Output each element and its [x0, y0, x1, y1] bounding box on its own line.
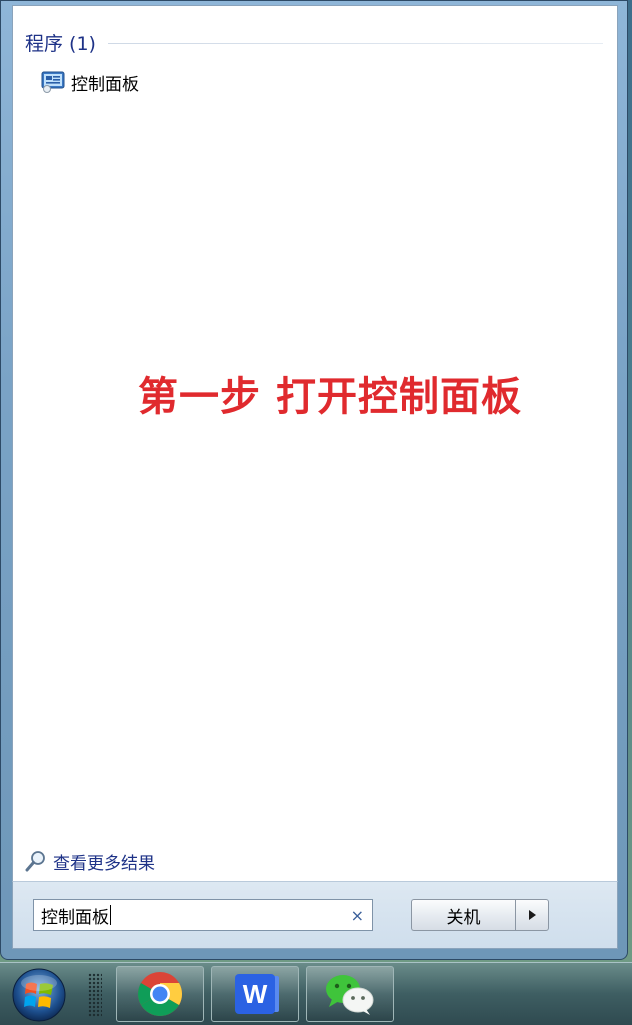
taskbar: W: [0, 962, 632, 1025]
shutdown-button[interactable]: 关机: [411, 899, 515, 931]
control-panel-icon: [41, 71, 65, 93]
search-input[interactable]: 控制面板 ×: [33, 899, 373, 931]
taskbar-grip[interactable]: [88, 973, 102, 1017]
programs-group-title: 程序 (1): [25, 32, 96, 55]
clear-search-icon[interactable]: ×: [351, 906, 364, 925]
magnifier-icon: [25, 851, 45, 872]
search-input-value: 控制面板: [41, 907, 109, 928]
power-options-button[interactable]: [515, 899, 549, 931]
program-item-control-panel[interactable]: 控制面板: [41, 68, 261, 96]
program-label: 控制面板: [71, 74, 139, 95]
word-icon: W: [235, 974, 275, 1014]
taskbar-app-wechat[interactable]: [306, 966, 394, 1022]
power-controls: 关机: [411, 899, 549, 931]
start-orb-icon[interactable]: [10, 967, 68, 1023]
wechat-icon: [326, 975, 374, 1015]
chrome-icon: [138, 972, 182, 1016]
taskbar-app-word[interactable]: W: [211, 966, 299, 1022]
text-caret: [110, 905, 111, 925]
start-menu: 程序 (1) 控制面板 第一步 打开控制面板 查看更多结果 控制面板 × 关机: [0, 0, 628, 960]
tutorial-caption: 第一步 打开控制面板: [138, 374, 522, 420]
group-divider: [107, 42, 603, 44]
programs-group-header: 程序 (1): [25, 29, 603, 55]
see-more-results-link[interactable]: 查看更多结果: [25, 848, 155, 874]
taskbar-app-chrome[interactable]: [116, 966, 204, 1022]
search-results-pane: 程序 (1) 控制面板 第一步 打开控制面板 查看更多结果: [12, 5, 618, 881]
see-more-label: 查看更多结果: [53, 853, 155, 874]
triangle-right-icon: [529, 910, 536, 920]
search-bar-strip: 控制面板 × 关机: [12, 881, 618, 949]
